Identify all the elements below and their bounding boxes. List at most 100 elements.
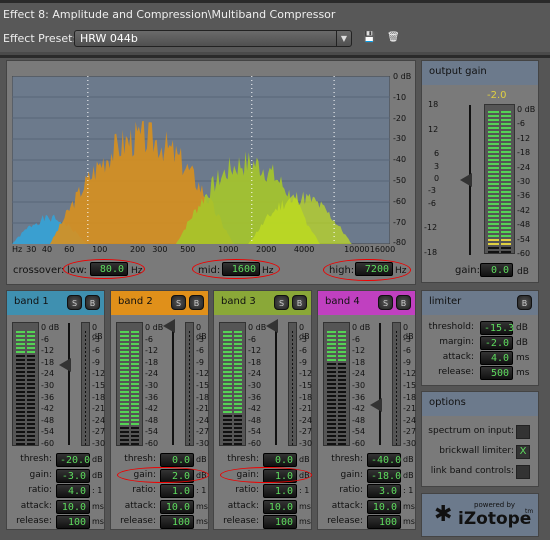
- meter-segment: [130, 403, 139, 405]
- meter-segment: [233, 443, 242, 445]
- thresh-field[interactable]: 0.0: [263, 453, 297, 467]
- attack-field[interactable]: 10.0: [263, 499, 297, 514]
- band-fader-track[interactable]: [172, 323, 174, 445]
- band-fader-track[interactable]: [379, 323, 381, 445]
- band-fader-thumb[interactable]: [59, 358, 71, 373]
- ratio-field[interactable]: 4.0: [56, 484, 90, 498]
- option-checkbox[interactable]: [516, 425, 530, 439]
- output-gain-field[interactable]: 0.0: [480, 263, 513, 277]
- meter-segment: [488, 171, 499, 173]
- release-field[interactable]: 100: [56, 515, 90, 529]
- meter-segment: [189, 347, 190, 349]
- option-checkbox[interactable]: [516, 465, 530, 479]
- meter-tick: -30: [352, 381, 366, 390]
- limiter-field[interactable]: -2.0: [480, 336, 513, 350]
- release-field[interactable]: 100: [160, 515, 194, 529]
- meter-segment: [396, 387, 397, 389]
- option-checkbox[interactable]: X: [516, 445, 530, 459]
- meter-tick: -48: [352, 415, 366, 425]
- band-fader-track[interactable]: [275, 323, 277, 445]
- solo-button[interactable]: S: [67, 295, 82, 310]
- thresh-label: thresh:: [331, 454, 363, 464]
- meter-segment: [16, 379, 25, 381]
- release-label: release:: [327, 516, 363, 526]
- thresh-unit: dB: [92, 455, 103, 464]
- meter-segment: [26, 363, 35, 365]
- db-tick: -40: [393, 155, 407, 165]
- thresh-field[interactable]: -20.0: [56, 453, 90, 467]
- meter-segment: [337, 367, 346, 369]
- spectrum-panel: crossover: low: 80.0 Hz mid: 1600 Hz hig…: [6, 60, 416, 285]
- limiter-field[interactable]: 4.0: [480, 351, 513, 365]
- meter-segment: [488, 231, 499, 233]
- attack-field[interactable]: 10.0: [367, 499, 401, 514]
- meter-segment: [16, 399, 25, 401]
- trash-icon[interactable]: 🗑: [387, 32, 400, 45]
- meter-segment: [500, 207, 511, 209]
- meter-segment: [189, 443, 190, 445]
- thresh-field[interactable]: -40.0: [367, 453, 401, 467]
- meter-tick: -24: [92, 415, 106, 425]
- band-header: band 1 SB: [7, 291, 104, 315]
- ratio-field[interactable]: 1.0: [160, 484, 194, 498]
- solo-button[interactable]: S: [378, 295, 393, 310]
- band-fader-track[interactable]: [68, 323, 70, 445]
- meter-segment: [189, 407, 190, 409]
- gain-unit: dB: [92, 470, 103, 480]
- meter-segment: [189, 423, 190, 425]
- meter-segment: [327, 335, 336, 337]
- meter-segment: [500, 151, 511, 153]
- meter-segment: [26, 391, 35, 393]
- save-icon[interactable]: 💾: [363, 32, 375, 45]
- fader-tick: 3: [434, 161, 440, 171]
- meter-segment: [16, 395, 25, 397]
- ratio-field[interactable]: 3.0: [367, 484, 401, 498]
- limiter-field[interactable]: 500: [480, 366, 513, 380]
- meter-tick: -30: [299, 439, 313, 448]
- meter-segment: [189, 343, 190, 345]
- meter-segment: [26, 371, 35, 373]
- dropdown-arrow-icon[interactable]: ▼: [336, 31, 351, 46]
- db-tick: -20: [393, 113, 407, 123]
- thresh-field[interactable]: 0.0: [160, 453, 194, 467]
- meter-segment: [233, 427, 242, 429]
- limiter-unit: ms: [516, 353, 530, 363]
- meter-segment: [233, 403, 242, 405]
- meter-segment: [488, 191, 499, 193]
- meter-segment: [327, 435, 336, 437]
- band-fader-thumb[interactable]: [266, 319, 278, 333]
- meter-segment: [233, 347, 242, 349]
- gain-field[interactable]: -3.0: [56, 468, 90, 483]
- meter-segment: [500, 251, 511, 253]
- limiter-field[interactable]: -15.3: [480, 321, 514, 335]
- bypass-button[interactable]: B: [292, 295, 307, 310]
- bypass-button[interactable]: B: [189, 295, 204, 310]
- meter-segment: [327, 423, 336, 425]
- meter-segment: [396, 423, 397, 425]
- gain-field[interactable]: -18.0: [367, 468, 401, 483]
- meter-segment: [189, 339, 190, 341]
- band-fader-thumb[interactable]: [370, 397, 382, 412]
- limiter-bypass-button[interactable]: B: [517, 295, 532, 310]
- meter-segment: [85, 339, 86, 341]
- release-field[interactable]: 100: [263, 515, 297, 529]
- bypass-button[interactable]: B: [85, 295, 100, 310]
- band-fader-thumb[interactable]: [163, 319, 175, 333]
- gain-label: gain:: [340, 469, 363, 480]
- meter-segment: [500, 179, 511, 181]
- attack-field[interactable]: 10.0: [56, 499, 90, 514]
- solo-button[interactable]: S: [171, 295, 186, 310]
- meter-segment: [85, 399, 86, 401]
- meter-segment: [233, 383, 242, 385]
- attack-unit: ms: [196, 501, 208, 511]
- release-field[interactable]: 100: [367, 515, 401, 529]
- output-fader-thumb[interactable]: [460, 173, 472, 187]
- meter-segment: [233, 431, 242, 433]
- meter-segment: [292, 415, 293, 417]
- bypass-button[interactable]: B: [396, 295, 411, 310]
- ratio-field[interactable]: 1.0: [263, 484, 297, 498]
- solo-button[interactable]: S: [274, 295, 289, 310]
- preset-dropdown[interactable]: HRW 044b ▼: [74, 30, 352, 47]
- attack-field[interactable]: 10.0: [160, 499, 194, 514]
- meter-segment: [16, 367, 25, 369]
